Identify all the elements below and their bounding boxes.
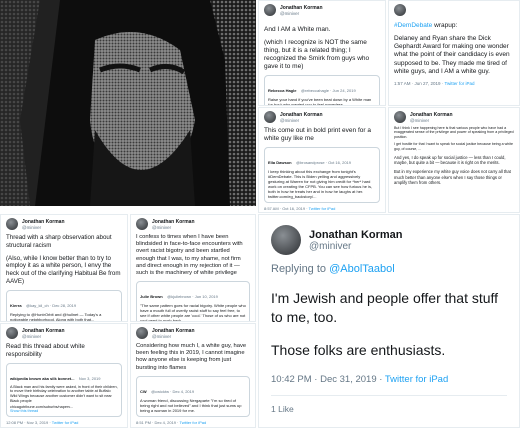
tweet-text: (which I recognize is NOT the same thing… [264,39,370,70]
tweet-lead: #DemDebate wrapup: [394,22,458,29]
quoted-tweet[interactable]: Kierra @kay_kil_ch · Dec 28, 2019 Replyi… [6,289,122,322]
author-name[interactable]: Jonathan Korman [22,328,65,334]
quote-handle: @cwicktw · Dec 4, 2019 [151,388,195,394]
author-handle[interactable]: @miniver [22,334,65,339]
author-name[interactable]: Jonathan Korman [280,112,323,118]
author-handle[interactable]: @miniver [280,11,323,16]
reply-context: Replying to @AbolTaabol [271,263,395,275]
avatar[interactable] [264,111,276,123]
tweet-blindsided-confession[interactable]: Jonathan Korman @miniver I confess to ti… [130,214,256,322]
client-link[interactable]: Twitter for iPad [180,420,207,425]
show-thread-link[interactable]: Show this thread [10,409,118,413]
tweet-social-justice-thread[interactable]: Jonathan Korman @miniver But I think I s… [388,107,520,213]
quote-text: I keep thinking about this exchange from… [268,169,373,199]
portrait-illustration [0,0,256,206]
quote-text: Replying to @HuntrOrbit and @hullnet — T… [10,311,102,322]
client-link[interactable]: Twitter for iPad [444,81,474,86]
quote-text: Raise your hand if you've been beat down… [268,97,372,106]
tweet-meta: 8:51 PM · Dec 4, 2019 · Twitter for iPad [136,419,207,425]
author-name[interactable]: Jonathan Korman [152,219,195,225]
tweet-demdebate-wrapup[interactable]: #DemDebate wrapup: Delaney and Ryan shar… [388,0,520,106]
quote-handle: @rebeccahagle · Jun 24, 2019 [300,88,356,93]
quote-author: Ella Dawson [268,160,292,165]
client-link[interactable]: Twitter for iPad [385,374,448,385]
tweet-text: Those folks are enthusiasts. [271,342,446,358]
hashtag-demdebate[interactable]: #DemDebate [394,22,432,29]
tweet-bursting-into-flames[interactable]: Jonathan Korman @miniver Considering how… [130,323,256,428]
avatar[interactable] [136,327,148,339]
quote-author: Rebecca Hagle [268,88,297,93]
quote-author: Julie Brown [140,294,163,300]
quoted-tweet[interactable]: Julie Brown @kjuliebrown · Jun 10, 2019 … [136,281,250,322]
tweet-text: Thread with a sharp observation about st… [6,234,112,249]
tweet-bold-print[interactable]: Jonathan Korman @miniver This come out i… [258,107,386,213]
author-handle[interactable]: @miniver [152,334,195,339]
thread-line: But in my experience my white guy voice … [394,169,511,185]
tweet-text: This come out in bold print even for a w… [264,127,371,142]
quote-author: wikipedia brown aka silk bonnet... [10,375,75,381]
tweet-jewish-enthusiasts[interactable]: Jonathan Korman @miniver Replying to @Ab… [258,214,520,428]
quoted-tweet[interactable]: CW @cwicktw · Dec 4, 2019 A woman friend… [136,375,250,417]
author-name[interactable]: Jonathan Korman [22,219,65,225]
author-handle[interactable]: @miniver [280,118,323,123]
author-name[interactable]: Jonathan Korman [280,5,323,11]
thread-line: But I think I see happening here is that… [394,126,514,139]
author-name[interactable]: Jonathan Korman [309,229,403,241]
quote-author: CW [140,388,147,394]
avatar[interactable] [271,225,301,255]
tweet-text: (Also, while I know better than to try t… [6,254,121,285]
quoted-tweet[interactable]: Rebecca Hagle @rebeccahagle · Jun 24, 20… [264,75,380,106]
quote-text: A woman friend, discussing Nergaparte "I… [140,397,242,413]
author-handle[interactable]: @miniver [309,241,403,252]
thread-line: And yes, I do speak up for social justic… [394,155,506,166]
tweet-white-man[interactable]: Jonathan Korman @miniver And I AM a Whit… [258,0,386,106]
quote-handle: @brosandprose · Oct 16, 2019 [296,160,351,165]
likes-count[interactable]: 1 Like [271,395,507,414]
avatar[interactable] [264,4,276,16]
avatar[interactable] [136,218,148,230]
tweet-meta: 10:42 PM · Dec 31, 2019 · Twitter for iP… [271,374,449,385]
quote-text: A Black man and his family were asked, i… [10,384,118,403]
tweet-text: Read this thread about white responsibil… [6,343,85,358]
tweet-meta: 1:57 AM · Jun 27, 2019 · Twitter for iPa… [394,81,475,87]
tweet-structural-racism[interactable]: Jonathan Korman @miniver Thread with a s… [0,214,128,322]
tweet-white-responsibility[interactable]: Jonathan Korman @miniver Read this threa… [0,323,128,428]
author-handle[interactable]: @miniver [152,225,195,230]
avatar[interactable] [394,111,406,123]
tweet-text: I confess to times when I have been blin… [136,234,243,277]
quoted-tweet[interactable]: wikipedia brown aka silk bonnet... Nov 3… [6,362,122,418]
quoted-tweet[interactable]: Ella Dawson @brosandprose · Oct 16, 2019… [264,147,380,203]
client-link[interactable]: Twitter for iPad [309,206,336,211]
client-link[interactable]: Twitter for iPad [52,420,79,425]
author-handle[interactable]: @miniver [22,225,65,230]
quote-handle: @kay_kil_ch · Dec 28, 2019 [26,302,77,308]
avatar[interactable] [6,218,18,230]
tweet-text: Considering how much I, a white guy, hav… [136,343,247,371]
thread-line: I get hostile for that I want to speak f… [394,142,514,151]
quote-handle: Nov 3, 2019 [78,375,101,381]
quote-text: "The same pattern goes for racial bigotr… [140,303,246,322]
tweet-text: I'm Jewish and people offer that stuff t… [271,290,499,325]
author-name[interactable]: Jonathan Korman [410,112,453,118]
author-name[interactable]: Jonathan Korman [152,328,195,334]
tweet-meta: 8:57 AM · Oct 16, 2019 · Twitter for iPa… [264,206,336,211]
reply-to-link[interactable]: @AbolTaabol [329,263,395,275]
tweet-text: And I AM a White man. [264,26,331,33]
portrait-photo [0,0,256,206]
tweet-text: Delaney and Ryan share the Dick Gephardt… [394,35,510,75]
avatar[interactable] [6,327,18,339]
quote-author: Kierra [10,302,22,308]
author-handle[interactable]: @miniver [410,118,453,123]
tweet-meta: 12:08 PM · Nov 3, 2019 · Twitter for iPa… [6,420,79,426]
quote-handle: @kjuliebrown · Jun 10, 2019 [167,294,218,300]
avatar[interactable] [394,4,406,16]
